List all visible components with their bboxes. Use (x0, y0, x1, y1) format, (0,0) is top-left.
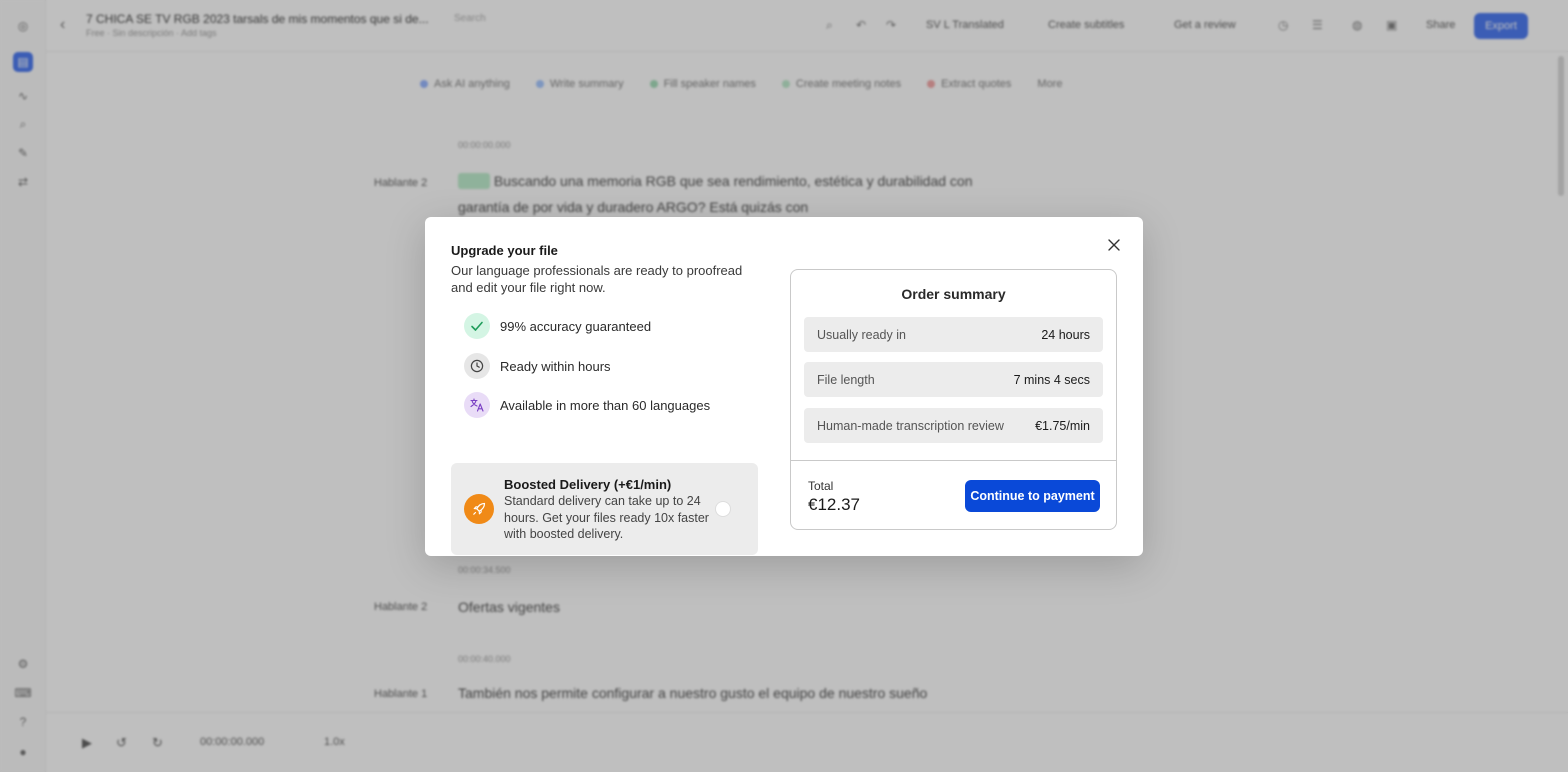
modal-title: Upgrade your file (451, 243, 558, 258)
clock-icon (464, 353, 490, 379)
close-icon (1108, 239, 1120, 251)
feature-accuracy: 99% accuracy guaranteed (464, 313, 651, 339)
check-icon (464, 313, 490, 339)
rocket-icon (464, 494, 494, 524)
feature-languages: Available in more than 60 languages (464, 392, 710, 418)
summary-row-file-length: File length 7 mins 4 secs (804, 362, 1103, 397)
boost-toggle[interactable] (716, 502, 730, 516)
total-label: Total (808, 479, 834, 493)
continue-to-payment-button[interactable]: Continue to payment (965, 480, 1100, 512)
upgrade-info: Upgrade your file Our language professio… (451, 243, 758, 555)
summary-title: Order summary (901, 286, 1006, 302)
translate-icon (464, 392, 490, 418)
total-value: €12.37 (808, 495, 860, 514)
upgrade-modal: Upgrade your file Our language professio… (425, 217, 1143, 556)
summary-divider (791, 460, 1116, 461)
order-summary: Order summary Usually ready in 24 hours … (790, 269, 1117, 530)
close-button[interactable] (1106, 237, 1122, 253)
summary-row-ready: Usually ready in 24 hours (804, 317, 1103, 352)
boost-description: Standard delivery can take up to 24 hour… (504, 494, 709, 541)
modal-subtitle: Our language professionals are ready to … (451, 263, 743, 295)
summary-row-review-price: Human-made transcription review €1.75/mi… (804, 408, 1103, 443)
boost-title: Boosted Delivery (+€1/min) (504, 477, 672, 492)
feature-speed: Ready within hours (464, 353, 611, 379)
feature-label: Ready within hours (500, 358, 611, 374)
boosted-delivery-card[interactable]: Boosted Delivery (+€1/min) Standard deli… (451, 463, 758, 555)
feature-label: Available in more than 60 languages (500, 397, 711, 413)
feature-label: 99% accuracy guaranteed (500, 318, 652, 334)
